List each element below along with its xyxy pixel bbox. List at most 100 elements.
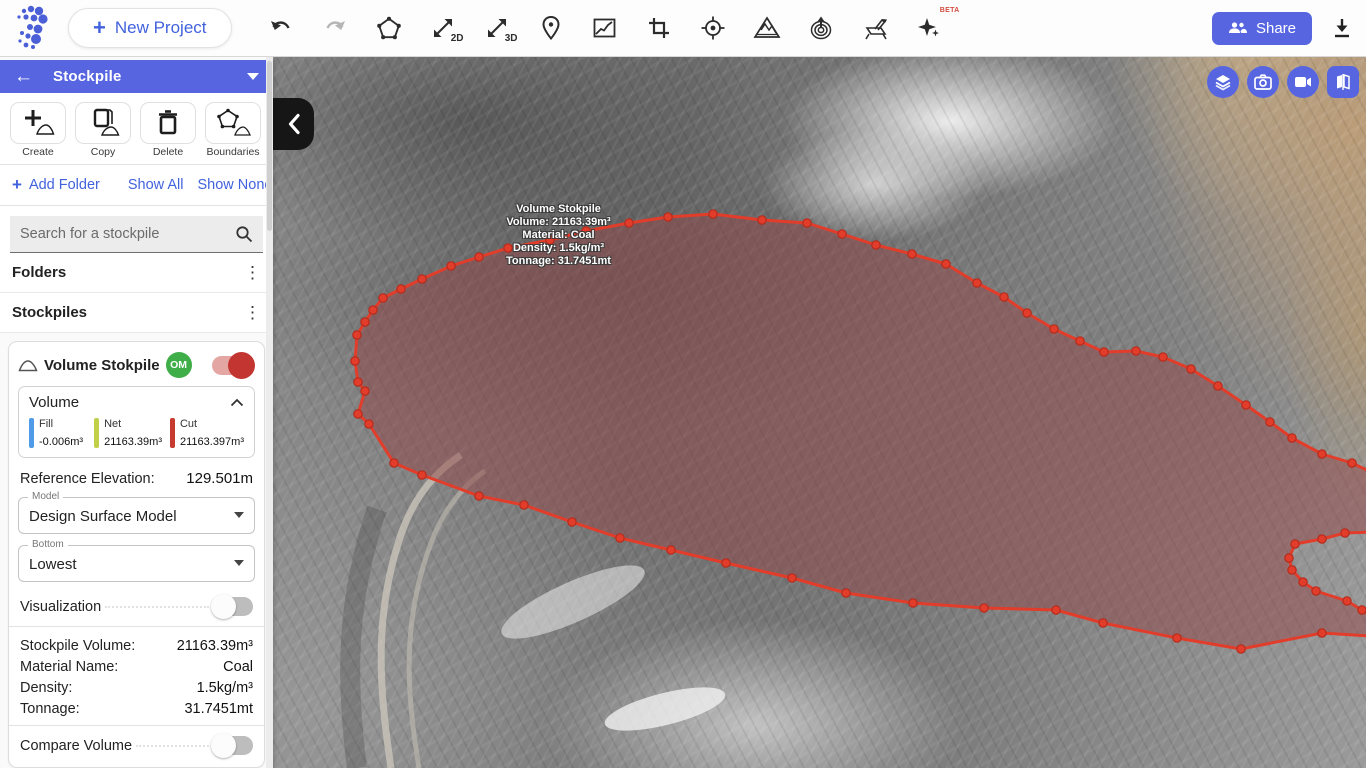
reference-elevation-value: 129.501m [186,470,253,487]
kebab-menu-icon[interactable]: ⋮ [244,267,261,279]
copy-stockpile-icon [75,102,131,144]
net-label: Net [104,418,162,430]
cross-section-tool-icon[interactable] [860,11,890,45]
sidebar-scrollbar[interactable] [266,57,273,768]
compare-volume-toggle[interactable] [213,736,253,755]
record-video-button[interactable] [1287,66,1319,98]
chevron-down-icon [234,560,244,566]
stockpile-card-header: Volume Stokpile OM ⋮ [18,350,255,386]
sidebar-collapse-button[interactable] [273,98,314,150]
volume-section: Volume Fill-0.006m³ Net21163.39m³ [18,386,255,458]
dotted-leader [136,745,209,747]
cut-color-bar [170,418,175,448]
measurement-overlay [273,57,1366,768]
chevron-down-icon[interactable] [247,73,259,80]
density-row: Density: 1.5kg/m³ [20,677,253,698]
measure-3d-label: 3D [505,33,518,44]
undo-icon[interactable] [266,11,296,45]
reference-elevation-label: Reference Elevation: [20,471,155,487]
measure-2d-icon[interactable]: 2D [428,11,458,45]
crop-icon[interactable] [644,11,674,45]
material-name-row: Material Name: Coal [20,656,253,677]
compare-volume-label: Compare Volume [20,738,132,754]
delete-label: Delete [153,146,183,158]
plus-icon: + [12,175,22,195]
road-shadow [350,509,377,768]
target-icon[interactable] [698,11,728,45]
bottom-select[interactable]: Bottom Lowest [18,545,255,582]
polygon-tool-icon[interactable] [374,11,404,45]
copy-button[interactable]: Copy [75,102,131,158]
cut-label: Cut [180,418,244,430]
net-color-bar [94,418,99,448]
density-value: 1.5kg/m³ [197,680,253,696]
stockpile-actions: Create Copy Delete Boundaries [0,93,273,165]
beta-badge: BETA [940,7,960,14]
search-panel [0,206,273,253]
search-icon[interactable] [235,225,253,243]
ai-sparkle-icon[interactable]: BETA [914,11,944,45]
volume-stats: Fill-0.006m³ Net21163.39m³ Cut21163.397m… [29,418,244,448]
redo-icon[interactable] [320,11,350,45]
fill-color-bar [29,418,34,448]
cut-value: 21163.397m³ [180,436,244,448]
folders-label: Folders [12,264,66,281]
bottom-select-label: Bottom [28,539,68,550]
trash-icon [140,102,196,144]
folders-section-header[interactable]: Folders ⋮ [0,253,273,293]
model-select[interactable]: Model Design Surface Model [18,497,255,534]
location-pin-icon[interactable] [536,11,566,45]
boundaries-button[interactable]: Boundaries [205,102,261,158]
stockpiles-section-header[interactable]: Stockpiles ⋮ [0,293,273,333]
compare-split-icon [1334,73,1352,91]
visualization-toggle[interactable] [213,597,253,616]
contour-icon[interactable] [806,11,836,45]
add-folder-button[interactable]: + Add Folder [12,175,100,195]
new-project-button[interactable]: + New Project [68,8,232,48]
stockpile-details: Stockpile Volume: 21163.39m³ Material Na… [18,627,255,725]
net-stat: Net 21163.39m³ [94,418,162,448]
tool-strip: 2D 3D BETA [266,11,944,45]
density-label: Density: [20,680,72,696]
net-value: 21163.39m³ [104,436,162,448]
show-all-button[interactable]: Show All [128,177,184,193]
top-toolbar: + New Project 2D 3D [0,0,1366,57]
screenshot-button[interactable] [1247,66,1279,98]
chevron-left-icon [287,113,301,135]
tonnage-value: 31.7451mt [184,701,253,717]
delete-button[interactable]: Delete [140,102,196,158]
haul-road [409,471,485,768]
stockpile-visibility-toggle[interactable] [212,356,252,375]
visualization-row: Visualization [18,593,255,626]
people-icon [1228,21,1248,35]
create-stockpile-icon [10,102,66,144]
create-button[interactable]: Create [10,102,66,158]
layers-button[interactable] [1207,66,1239,98]
volume-section-title: Volume [29,394,79,411]
stockpile-volume-value: 21163.39m³ [177,638,253,654]
stockpile-polygon[interactable] [355,214,1366,649]
show-none-button[interactable]: Show None [198,177,273,193]
bottom-select-value: Lowest [29,556,77,573]
folder-bar: + Add Folder Show All Show None [0,165,273,206]
terrain-icon[interactable] [752,11,782,45]
fill-value: -0.006m³ [39,436,83,448]
share-button[interactable]: Share [1212,12,1312,45]
camera-icon [1254,74,1272,90]
sidebar-header: ← Stockpile [0,60,273,93]
measure-3d-icon[interactable]: 3D [482,11,512,45]
search-input[interactable] [20,226,235,242]
plus-icon: + [93,21,106,35]
copy-label: Copy [91,146,116,158]
app-logo-icon [10,5,54,51]
boundaries-label: Boundaries [206,146,259,158]
stockpile-card: Volume Stokpile OM ⋮ Volume Fill-0.006m³ [8,341,265,768]
stockpile-mound-icon [18,358,38,372]
stockpiles-label: Stockpiles [12,304,87,321]
kebab-menu-icon[interactable]: ⋮ [244,307,261,319]
chevron-up-icon[interactable] [230,398,244,407]
back-arrow-icon[interactable]: ← [14,66,33,88]
elevation-profile-icon[interactable] [590,11,620,45]
download-icon[interactable] [1332,17,1352,39]
compare-view-button[interactable] [1327,66,1359,98]
